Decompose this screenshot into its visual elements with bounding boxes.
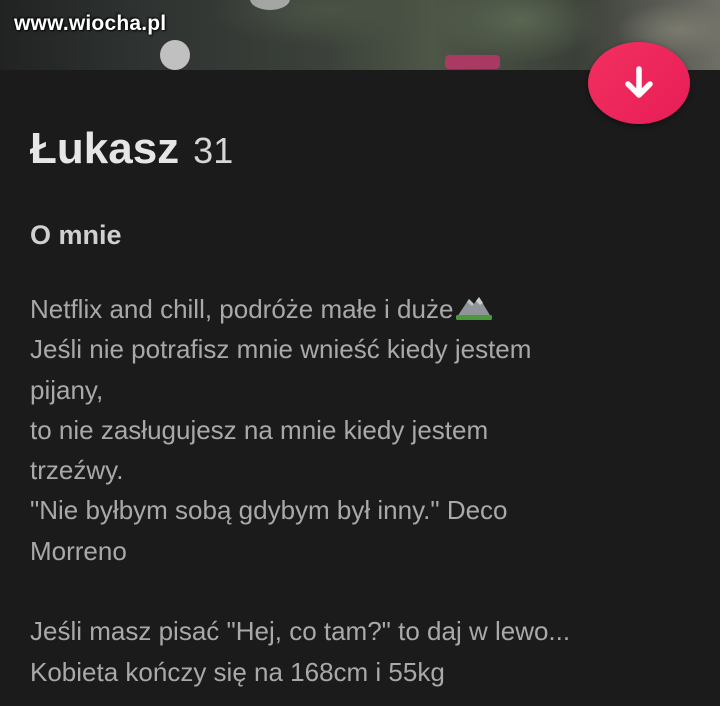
profile-name: Łukasz [30, 124, 180, 173]
collapse-profile-button[interactable] [588, 42, 690, 124]
about-section-title: O mnie [30, 220, 122, 250]
arrow-down-icon [625, 66, 653, 98]
photo-detail [160, 40, 190, 70]
photo-detail [250, 0, 290, 10]
photo-detail [445, 55, 500, 69]
profile-header: Łukasz 31 [30, 124, 233, 174]
bio-line: pijany, [30, 374, 104, 405]
bio-line: Jeśli masz pisać "Hej, co tam?" to daj w… [30, 616, 571, 647]
mountain-icon [456, 297, 493, 320]
bio-line: Jeśli nie potrafisz mnie wnieść kiedy je… [30, 334, 532, 365]
bio-line-text: Netflix and chill, podróże małe i duże [30, 294, 454, 324]
bio-line: Netflix and chill, podróże małe i duże [30, 289, 710, 329]
bio-line: trzeźwy. [30, 455, 124, 486]
bio-line: "Nie byłbym sobą gdybym był inny." Deco [30, 495, 508, 526]
about-text: Netflix and chill, podróże małe i duże J… [30, 289, 710, 692]
profile-age: 31 [193, 130, 234, 171]
bio-line: Kobieta kończy się na 168cm i 55kg [30, 656, 445, 687]
bio-line: Morreno [30, 535, 127, 566]
bio-line: to nie zasługujesz na mnie kiedy jestem [30, 414, 489, 445]
bio-blank-line [30, 571, 710, 611]
watermark-text: www.wiocha.pl [14, 12, 167, 35]
